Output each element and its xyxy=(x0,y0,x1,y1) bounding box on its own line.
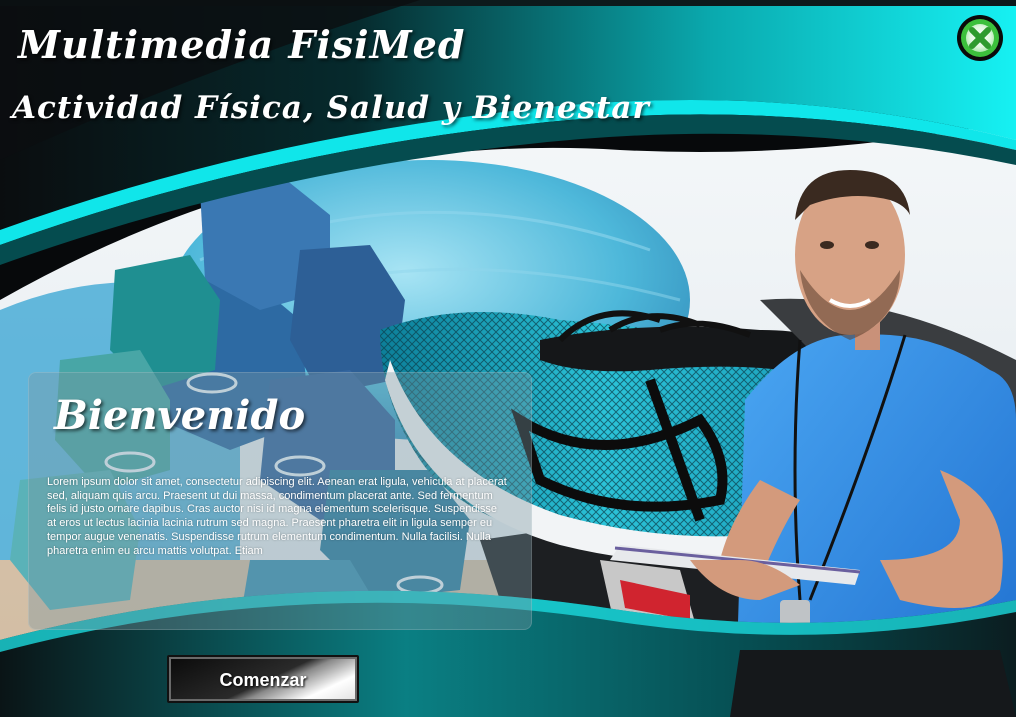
app-subtitle: Actividad Física, Salud y Bienestar xyxy=(12,90,650,126)
start-button[interactable]: Comenzar xyxy=(167,655,359,703)
start-button-label: Comenzar xyxy=(219,670,307,690)
app-title: Multimedia FisiMed xyxy=(18,22,466,67)
close-x-icon xyxy=(957,15,1003,61)
app-window: Multimedia FisiMed Actividad Física, Sal… xyxy=(0,0,1016,717)
welcome-text: Lorem ipsum dolor sit amet, consectetur … xyxy=(47,476,507,557)
close-button[interactable] xyxy=(956,14,1004,62)
welcome-title: Bienvenido xyxy=(54,392,306,439)
welcome-panel: Bienvenido Lorem ipsum dolor sit amet, c… xyxy=(28,372,532,630)
